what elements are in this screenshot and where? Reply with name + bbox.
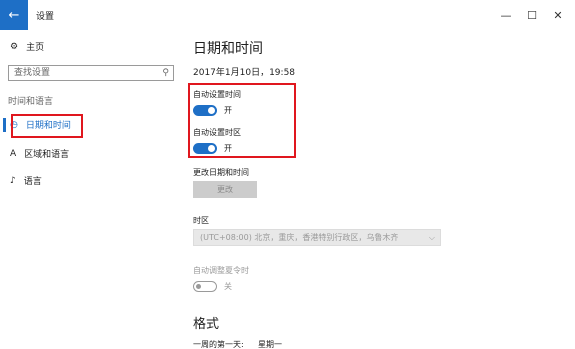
auto-time-toggle[interactable]: [193, 105, 217, 116]
region-language-icon: A: [10, 148, 17, 159]
arrow-left-icon: ←: [8, 7, 20, 23]
auto-timezone-state: 开: [224, 144, 232, 153]
microphone-icon: ♪: [10, 175, 16, 186]
sidebar-item-region-language[interactable]: A 区域和语言: [10, 147, 70, 161]
window-title: 设置: [36, 12, 55, 22]
gear-icon: ⚙: [10, 41, 19, 52]
first-day-label: 一周的第一天:: [193, 340, 244, 349]
section-label: 时间和语言: [8, 97, 54, 107]
close-icon: ✕: [553, 8, 563, 22]
first-day-value: 星期一: [258, 340, 282, 349]
sidebar-item-home[interactable]: ⚙ 主页: [10, 40, 45, 54]
minimize-button[interactable]: —: [495, 6, 517, 24]
close-button[interactable]: ✕: [547, 6, 569, 24]
sidebar-item-label: 区域和语言: [24, 150, 70, 160]
auto-timezone-label: 自动设置时区: [193, 128, 241, 137]
title-bar: ← 设置 — ☐ ✕: [0, 0, 575, 30]
back-button[interactable]: ←: [0, 0, 28, 30]
current-datetime: 2017年1月10日，19:58: [193, 68, 296, 78]
page-title: 日期和时间: [193, 41, 263, 57]
sidebar-item-speech[interactable]: ♪ 语言: [10, 174, 42, 188]
change-datetime-label: 更改日期和时间: [193, 168, 249, 177]
active-indicator: [3, 118, 6, 132]
main-content: 日期和时间 2017年1月10日，19:58 自动设置时间 开 自动设置时区 开…: [180, 30, 575, 349]
maximize-icon: ☐: [527, 8, 537, 22]
maximize-button[interactable]: ☐: [521, 6, 543, 24]
timezone-value: (UTC+08:00) 北京，重庆，香港特别行政区，乌鲁木齐: [200, 233, 399, 242]
search-placeholder: 查找设置: [14, 68, 51, 78]
sidebar-item-label: 语言: [23, 177, 42, 187]
chevron-down-icon: ⌵: [428, 233, 435, 242]
dst-toggle[interactable]: [193, 281, 217, 292]
format-heading: 格式: [193, 317, 220, 332]
dst-state: 关: [224, 282, 232, 291]
timezone-label: 时区: [193, 216, 209, 225]
search-icon[interactable]: ⚲: [162, 66, 169, 80]
auto-time-label: 自动设置时间: [193, 90, 241, 99]
dst-label: 自动调整夏令时: [193, 266, 249, 275]
sidebar-item-label: 主页: [26, 43, 45, 53]
auto-timezone-toggle[interactable]: [193, 143, 217, 154]
sidebar: ⚙ 主页 查找设置 ⚲ 时间和语言 ◷ 日期和时间 A 区域和语言 ♪ 语言: [0, 30, 180, 349]
auto-time-state: 开: [224, 106, 232, 115]
change-button[interactable]: 更改: [193, 181, 257, 198]
minimize-icon: —: [500, 8, 512, 22]
search-input[interactable]: 查找设置 ⚲: [8, 65, 174, 81]
timezone-select[interactable]: (UTC+08:00) 北京，重庆，香港特别行政区，乌鲁木齐 ⌵: [193, 229, 441, 246]
highlight-box-sidebar: [11, 114, 83, 138]
